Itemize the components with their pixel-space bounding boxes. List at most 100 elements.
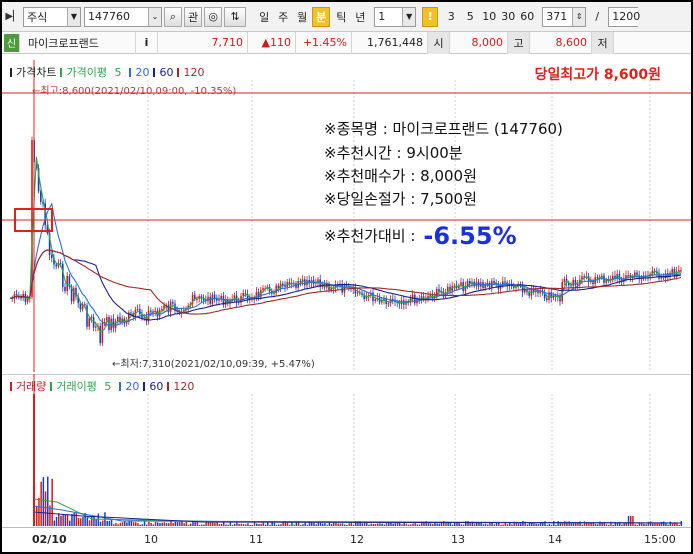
volume-bar bbox=[187, 524, 190, 526]
volume-bar bbox=[649, 521, 652, 526]
minute-3[interactable]: 3 bbox=[443, 7, 459, 27]
stock-name: 마이크로프랜드 bbox=[24, 31, 136, 54]
minute-10[interactable]: 10 bbox=[481, 7, 497, 27]
volume-bar bbox=[405, 523, 408, 526]
volume-bar bbox=[535, 523, 537, 526]
volume-chart-panel[interactable]: 거래량 거래이평 5 20 60 120 bbox=[2, 373, 691, 526]
stepper-icon[interactable]: ⇕ bbox=[572, 7, 586, 26]
volume-bar bbox=[458, 523, 460, 526]
candle-body bbox=[574, 279, 577, 286]
volume-bar bbox=[544, 521, 546, 526]
candle-body bbox=[330, 288, 332, 291]
volume-bar bbox=[374, 523, 377, 526]
volume-bar bbox=[121, 522, 124, 526]
code-input[interactable]: 147760 ⌄ bbox=[84, 6, 162, 27]
period-week[interactable]: 주 bbox=[275, 7, 291, 27]
volume-bar bbox=[99, 521, 102, 526]
min-price-label: ←최저:7,310(2021/02/10,09:39, +5.47%) bbox=[112, 359, 315, 370]
volume-bar bbox=[326, 524, 328, 526]
link-button[interactable]: ◎ bbox=[204, 6, 223, 27]
volume-bar bbox=[515, 523, 518, 526]
volume-bar bbox=[482, 524, 485, 526]
chevron-down-icon[interactable]: ▼ bbox=[402, 7, 416, 26]
volume-bar bbox=[236, 522, 238, 526]
volume-bar bbox=[656, 523, 658, 526]
legend-vol-ma-label: 거래이평 5 bbox=[56, 378, 115, 394]
volume-bar bbox=[658, 523, 661, 526]
volume-bar bbox=[55, 516, 58, 526]
volume-bar bbox=[473, 523, 476, 526]
volume-bar bbox=[636, 524, 639, 526]
menu-arrow-icon[interactable]: ▶▏ bbox=[5, 10, 20, 24]
minute-30[interactable]: 30 bbox=[500, 7, 516, 27]
volume-bar bbox=[506, 524, 509, 526]
count-stepper[interactable]: 371 ⇕ bbox=[542, 6, 587, 27]
volume-bar bbox=[295, 522, 298, 526]
candle-body bbox=[671, 269, 673, 273]
annotation-buy-price: ※추천매수가 : 8,000원 bbox=[324, 167, 477, 185]
volume-bar bbox=[249, 524, 251, 526]
total-input[interactable]: 1200 bbox=[608, 6, 640, 27]
minute-5[interactable]: 5 bbox=[462, 7, 478, 27]
warning-button[interactable]: ! bbox=[422, 6, 439, 27]
updown-button[interactable]: ⇅ bbox=[224, 6, 247, 27]
legend-vol-ma20: 20 bbox=[125, 379, 140, 393]
volume-bar bbox=[36, 505, 38, 526]
volume-bar bbox=[436, 523, 438, 526]
search-button[interactable]: ⌕ bbox=[164, 6, 182, 27]
volume-bar bbox=[330, 523, 333, 526]
legend-ma120: 120 bbox=[183, 65, 205, 79]
volume-bar bbox=[645, 524, 647, 526]
volume-bar bbox=[137, 523, 139, 526]
gwan-button[interactable]: 관 bbox=[184, 6, 203, 27]
chevron-down-icon[interactable]: ▼ bbox=[67, 7, 80, 26]
period-month[interactable]: 월 bbox=[294, 7, 310, 27]
legend-volume: 거래량 bbox=[16, 380, 47, 393]
volume-bar bbox=[348, 523, 350, 526]
volume-bar bbox=[128, 521, 130, 526]
volume-bar bbox=[416, 524, 419, 526]
open-value: 8,000 bbox=[450, 31, 508, 54]
period-tick[interactable]: 틱 bbox=[333, 7, 349, 27]
volume-bar bbox=[192, 522, 194, 526]
volume-bar bbox=[392, 523, 394, 526]
volume-bar bbox=[612, 524, 614, 526]
interval-select[interactable]: 1 ▼ bbox=[374, 6, 417, 27]
volume-bar bbox=[361, 523, 364, 526]
updown-icon: ⇅ bbox=[230, 10, 240, 23]
info-icon[interactable]: i bbox=[136, 31, 158, 54]
volume-bar bbox=[159, 523, 161, 526]
volume-bar bbox=[163, 522, 166, 526]
volume-bar bbox=[110, 518, 113, 526]
link-icon: ◎ bbox=[208, 10, 218, 23]
period-minute[interactable]: 분 bbox=[312, 6, 331, 27]
period-day[interactable]: 일 bbox=[256, 7, 272, 27]
candle-body bbox=[563, 279, 566, 282]
volume-bar bbox=[564, 521, 566, 526]
price-change: ▲110 bbox=[248, 31, 296, 54]
period-year[interactable]: 년 bbox=[352, 7, 368, 27]
annotation-return-label: ※추천가대비 : bbox=[324, 227, 416, 245]
volume-bar bbox=[119, 522, 122, 526]
volume-bar bbox=[456, 522, 458, 526]
volume-bar bbox=[597, 524, 599, 526]
candle-body bbox=[84, 304, 86, 306]
x-label-13: 13 bbox=[451, 533, 465, 546]
volume-bar bbox=[498, 522, 500, 526]
price-chart-panel[interactable]: 가격차트 가격이평 5 20 60 120 bbox=[2, 60, 691, 372]
volume-bar bbox=[491, 522, 493, 526]
market-type-select[interactable]: 주식 ▼ bbox=[23, 6, 81, 27]
chevron-down-icon[interactable]: ⌄ bbox=[148, 7, 161, 26]
volume-bar bbox=[517, 523, 520, 526]
volume-bar bbox=[69, 520, 71, 526]
volume-bar bbox=[667, 524, 669, 526]
minute-60[interactable]: 60 bbox=[519, 7, 535, 27]
volume-bar bbox=[451, 524, 454, 526]
volume-bar bbox=[678, 524, 680, 526]
volume-bar bbox=[82, 516, 84, 526]
annotation-return-percent: -6.55% bbox=[423, 222, 517, 250]
volume-bar bbox=[605, 524, 608, 526]
volume-bar bbox=[300, 524, 302, 526]
annotation-recommend-time: ※추천시간 : 9시00분 bbox=[324, 144, 463, 162]
volume-bar bbox=[317, 522, 320, 526]
